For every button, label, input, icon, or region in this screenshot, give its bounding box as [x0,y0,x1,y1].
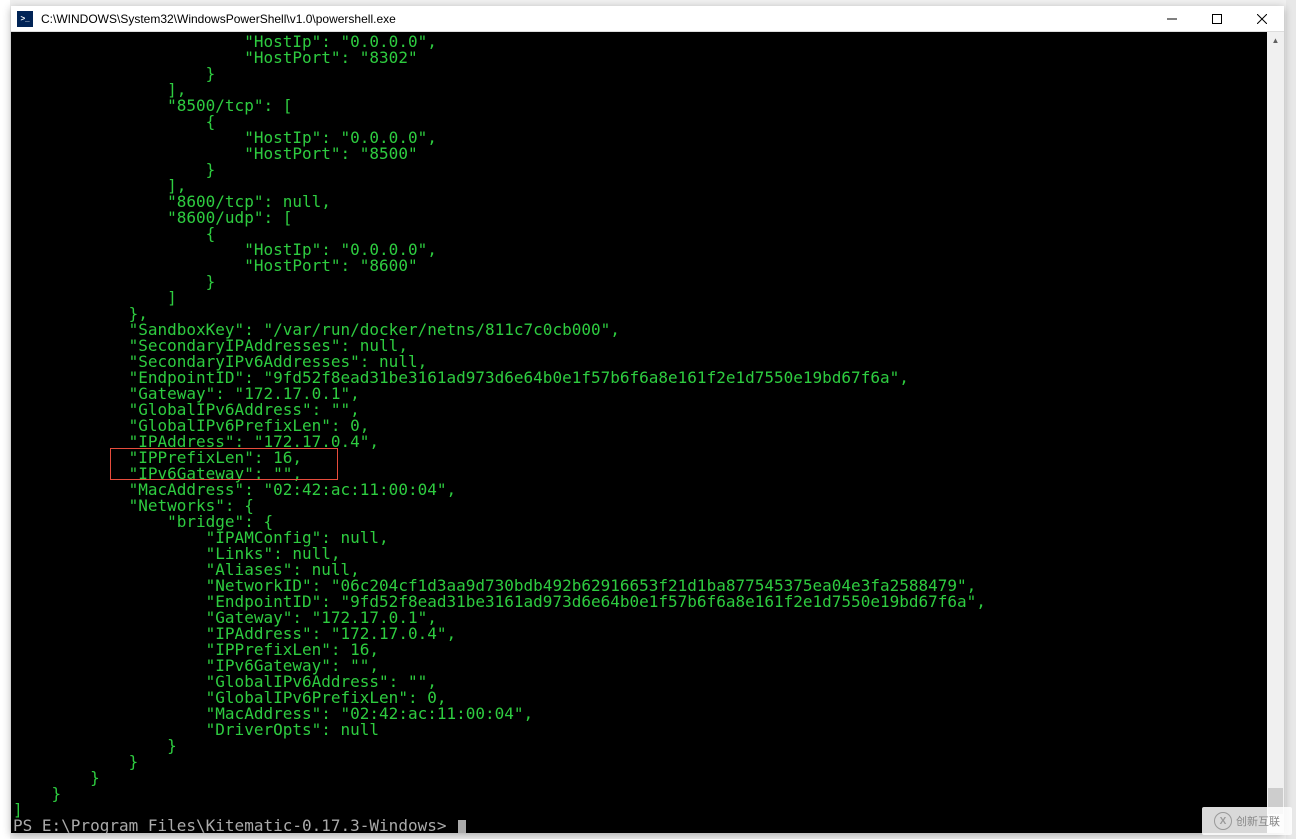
close-button[interactable] [1239,6,1284,31]
scroll-up-button[interactable]: ▲ [1267,32,1284,49]
terminal-line: } [13,738,1263,754]
terminal-line: } [13,162,1263,178]
powershell-icon [17,11,33,27]
watermark-badge: X 创新互联 [1202,807,1292,835]
prompt-line[interactable]: PS E:\Program Files\Kitematic-0.17.3-Win… [13,818,1263,833]
minimize-button[interactable] [1149,6,1194,31]
powershell-window: C:\WINDOWS\System32\WindowsPowerShell\v1… [11,6,1284,833]
watermark-logo-icon: X [1214,812,1232,830]
watermark-label: 创新互联 [1236,813,1280,829]
maximize-button[interactable] [1194,6,1239,31]
background-right-strip [1286,0,1296,839]
terminal-line: } [13,770,1263,786]
window-controls [1149,6,1284,31]
terminal-line: } [13,786,1263,802]
terminal-line: } [13,66,1263,82]
background-left-strip [0,0,10,839]
terminal-line: } [13,274,1263,290]
terminal-line: "DriverOpts": null [13,722,1263,738]
window-title: C:\WINDOWS\System32\WindowsPowerShell\v1… [41,12,1149,26]
window-titlebar[interactable]: C:\WINDOWS\System32\WindowsPowerShell\v1… [11,6,1284,32]
terminal-line: } [13,754,1263,770]
vertical-scrollbar[interactable]: ▲ ▼ [1267,32,1284,833]
terminal-line: ] [13,290,1263,306]
cursor [458,820,466,833]
terminal-content[interactable]: "HostIp": "0.0.0.0", "HostPort": "8302" … [11,32,1267,833]
terminal-area[interactable]: "HostIp": "0.0.0.0", "HostPort": "8302" … [11,32,1284,833]
